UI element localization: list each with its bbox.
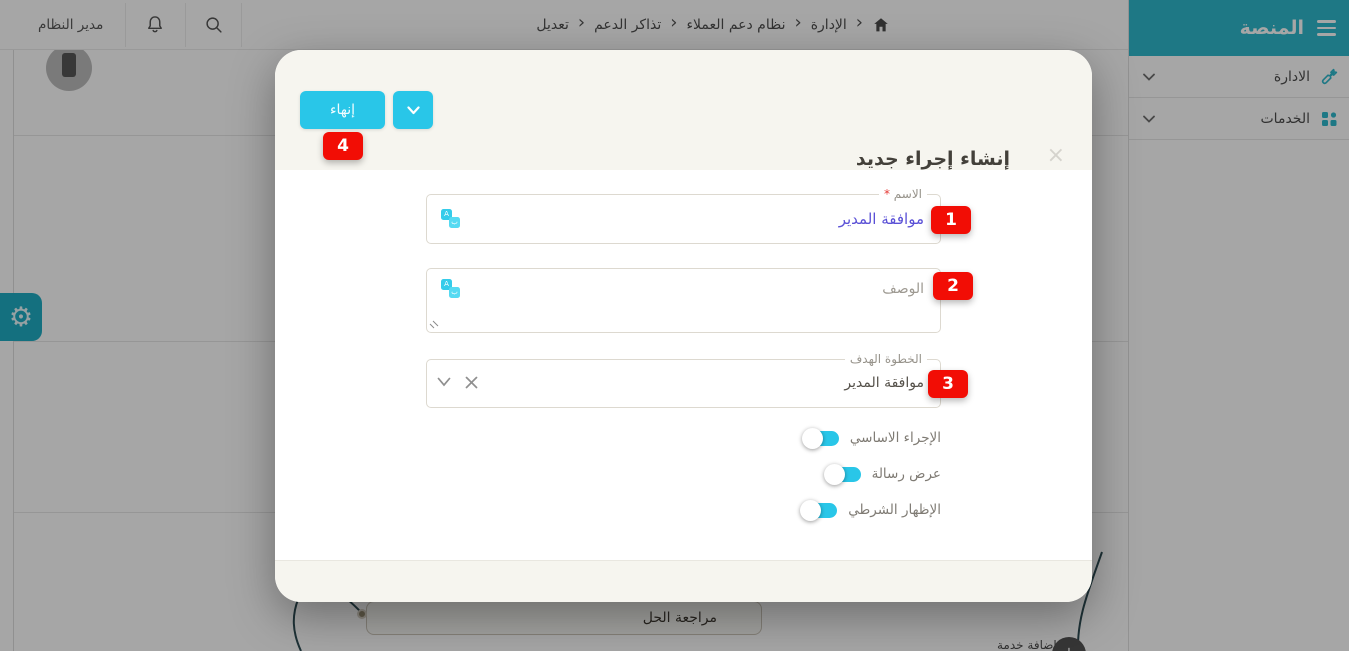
create-action-modal: × إنشاء إجراء جديد إنهاء 4 الاسم * Aب 1 …	[275, 50, 1092, 602]
clear-selection-icon[interactable]	[465, 376, 478, 389]
select-chevron-down-icon[interactable]	[437, 377, 451, 387]
step-badge-2: 2	[933, 272, 973, 300]
toggle-label: الإظهار الشرطي	[848, 502, 941, 518]
chevron-down-icon	[407, 106, 420, 115]
target-step-value: موافقة المدير	[427, 360, 940, 407]
toggle-thumb	[800, 500, 821, 521]
description-textarea[interactable]	[427, 269, 940, 332]
translate-icon[interactable]: Aب	[441, 279, 461, 299]
modal-footer	[275, 560, 1092, 602]
name-field-label: الاسم *	[879, 186, 927, 202]
close-icon[interactable]: ×	[1047, 145, 1065, 167]
toggle-group: الإجراء الاساسي عرض رسالة الإظهار الشرطي	[426, 420, 941, 528]
target-step-field[interactable]: الخطوة الهدف موافقة المدير 3	[426, 359, 941, 408]
finish-button[interactable]: إنهاء	[300, 91, 385, 129]
step-badge-3: 3	[928, 370, 968, 398]
toggle-label: عرض رسالة	[872, 466, 941, 482]
description-field: Aب 2	[426, 268, 941, 333]
target-step-label: الخطوة الهدف	[845, 351, 927, 367]
required-asterisk: *	[884, 187, 890, 201]
translate-icon[interactable]: Aب	[441, 209, 461, 229]
modal-title: إنشاء إجراء جديد	[856, 148, 1010, 170]
toggle-label: الإجراء الاساسي	[850, 430, 941, 446]
name-input[interactable]	[427, 195, 940, 243]
primary-action-toggle[interactable]	[805, 431, 839, 446]
modal-header: × إنشاء إجراء جديد إنهاء 4	[275, 50, 1092, 170]
show-message-toggle[interactable]	[827, 467, 861, 482]
step-badge-1: 1	[931, 206, 971, 234]
conditional-display-toggle[interactable]	[803, 503, 837, 518]
toggle-row-conditional-display: الإظهار الشرطي	[426, 492, 941, 528]
step-badge-4: 4	[323, 132, 363, 160]
toggle-row-primary-action: الإجراء الاساسي	[426, 420, 941, 456]
toggle-thumb	[802, 428, 823, 449]
finish-dropdown-button[interactable]	[393, 91, 433, 129]
modal-body: الاسم * Aب 1 Aب 2 الخطوة الهدف موافقة ال…	[275, 170, 1092, 560]
resize-grip-icon[interactable]	[429, 320, 439, 330]
name-field: الاسم * Aب 1	[426, 194, 941, 244]
toggle-row-show-message: عرض رسالة	[426, 456, 941, 492]
toggle-thumb	[824, 464, 845, 485]
